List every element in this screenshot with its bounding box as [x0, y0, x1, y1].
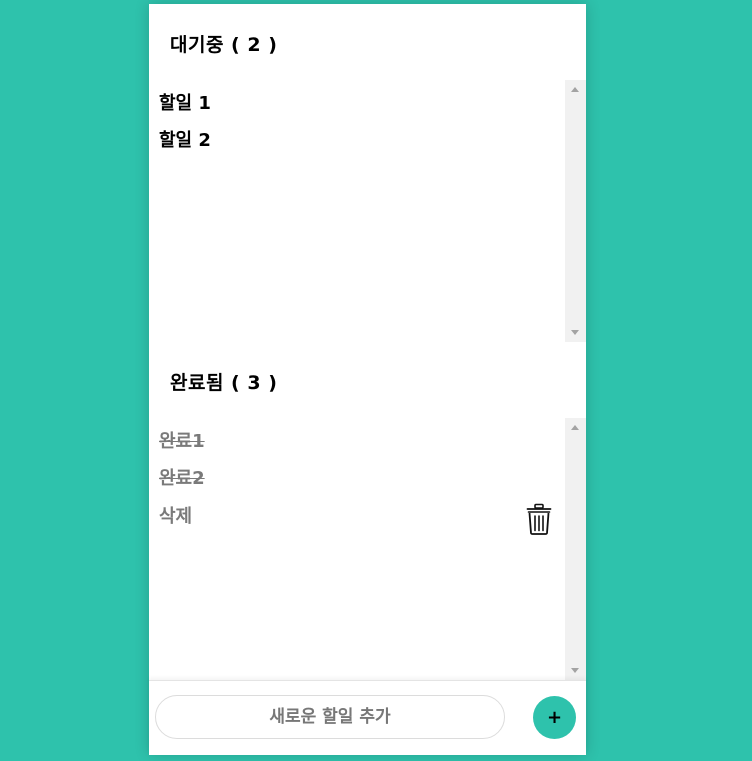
done-item[interactable]: 완료2 [159, 465, 205, 493]
pending-list[interactable]: 할일 1 할일 2 [149, 80, 586, 342]
pending-section-title: 대기중 ( 2 ) [170, 34, 278, 56]
new-todo-input[interactable] [155, 695, 505, 739]
scroll-down-arrow-icon[interactable] [571, 330, 579, 335]
trash-icon[interactable] [526, 503, 552, 535]
done-section-title: 완료됨 ( 3 ) [170, 372, 278, 394]
done-scrollbar[interactable] [565, 418, 586, 680]
done-list[interactable]: 완료1 완료2 삭제 [149, 418, 586, 680]
pending-item[interactable]: 할일 1 [159, 90, 211, 118]
scroll-down-arrow-icon[interactable] [571, 668, 579, 673]
scroll-up-arrow-icon[interactable] [571, 425, 579, 430]
add-todo-button[interactable]: + [533, 696, 576, 739]
done-item[interactable]: 완료1 [159, 428, 205, 456]
pending-scrollbar[interactable] [565, 80, 586, 342]
todo-app: 대기중 ( 2 ) 할일 1 할일 2 완료됨 ( 3 ) 완료1 완료2 삭제 [149, 4, 586, 755]
scroll-up-arrow-icon[interactable] [571, 87, 579, 92]
add-todo-bar: + [149, 680, 586, 755]
pending-item[interactable]: 할일 2 [159, 127, 211, 155]
done-item[interactable]: 삭제 [159, 503, 192, 531]
